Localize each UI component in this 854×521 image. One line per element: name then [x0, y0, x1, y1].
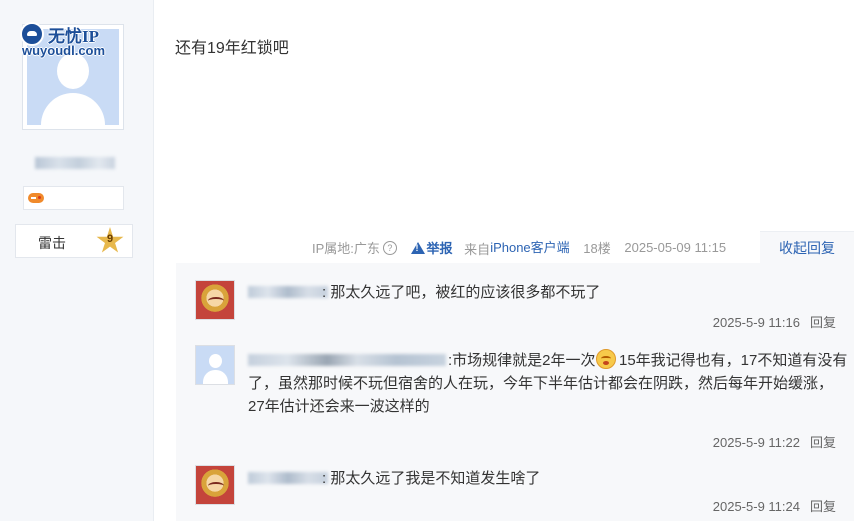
site-watermark: 无忧IP wuyoudl.com: [20, 22, 120, 60]
reply-meta: 2025-5-9 11:24 回复: [713, 496, 836, 515]
author-username-blurred[interactable]: [35, 157, 115, 169]
client-source: 来自iPhone客户端: [464, 240, 570, 258]
level-name: 雷击: [38, 235, 66, 251]
reply-time: 2025-5-9 11:22: [712, 435, 800, 450]
anime-avatar-icon[interactable]: [195, 280, 235, 320]
author-badge-row: [23, 186, 124, 210]
reply-time: 2025-5-9 11:16: [712, 315, 800, 330]
reply-meta: 2025-5-9 11:22 回复: [713, 432, 836, 451]
post-time: 2025-05-09 11:15: [624, 240, 727, 256]
reply-meta: 2025-5-9 11:16 回复: [713, 312, 836, 331]
reply-text: : 那太久远了吧，被红的应该很多都不玩了: [322, 284, 601, 301]
reply-text: : 那太久远了我是不知道发生啥了: [322, 470, 541, 487]
author-level[interactable]: 雷击 9: [15, 224, 133, 258]
reply-button[interactable]: 回复: [810, 435, 836, 450]
anime-avatar-icon[interactable]: [195, 465, 235, 505]
reply-time: 2025-5-9 11:24: [712, 499, 800, 514]
reply-button[interactable]: 回复: [810, 315, 836, 330]
sub-reply-list: : 那太久远了吧，被红的应该很多都不玩了 2025-5-9 11:16 回复 :市…: [176, 263, 854, 521]
help-icon[interactable]: ?: [382, 240, 397, 255]
gamepad-icon[interactable]: [28, 193, 44, 203]
level-number: 9: [106, 233, 114, 245]
author-column: 无忧IP wuyoudl.com 雷击 9: [0, 0, 154, 521]
warning-icon: [410, 241, 425, 254]
collapse-replies-button[interactable]: 收起回复: [760, 231, 854, 264]
post-tail: IP属地:广东? 举报 来自iPhone客户端 18楼 2025-05-09 1…: [312, 237, 726, 257]
floor-number: 18楼: [583, 241, 611, 257]
post-content: 还有19年红锁吧: [175, 40, 289, 57]
reply-username-blurred[interactable]: [248, 286, 328, 298]
client-link[interactable]: iPhone客户端: [490, 240, 569, 255]
reply-button[interactable]: 回复: [810, 499, 836, 514]
ip-location: IP属地:广东: [312, 241, 380, 257]
report-link[interactable]: 举报: [427, 238, 453, 257]
reply-username-blurred[interactable]: [248, 472, 328, 484]
reply-text: 15年我记得也有，17不知道有没有了，虽然那时候不玩但宿舍的人在玩，今年下半年估…: [248, 352, 848, 415]
watermark-url: wuyoudl.com: [22, 43, 106, 58]
default-avatar-icon[interactable]: [195, 345, 235, 385]
